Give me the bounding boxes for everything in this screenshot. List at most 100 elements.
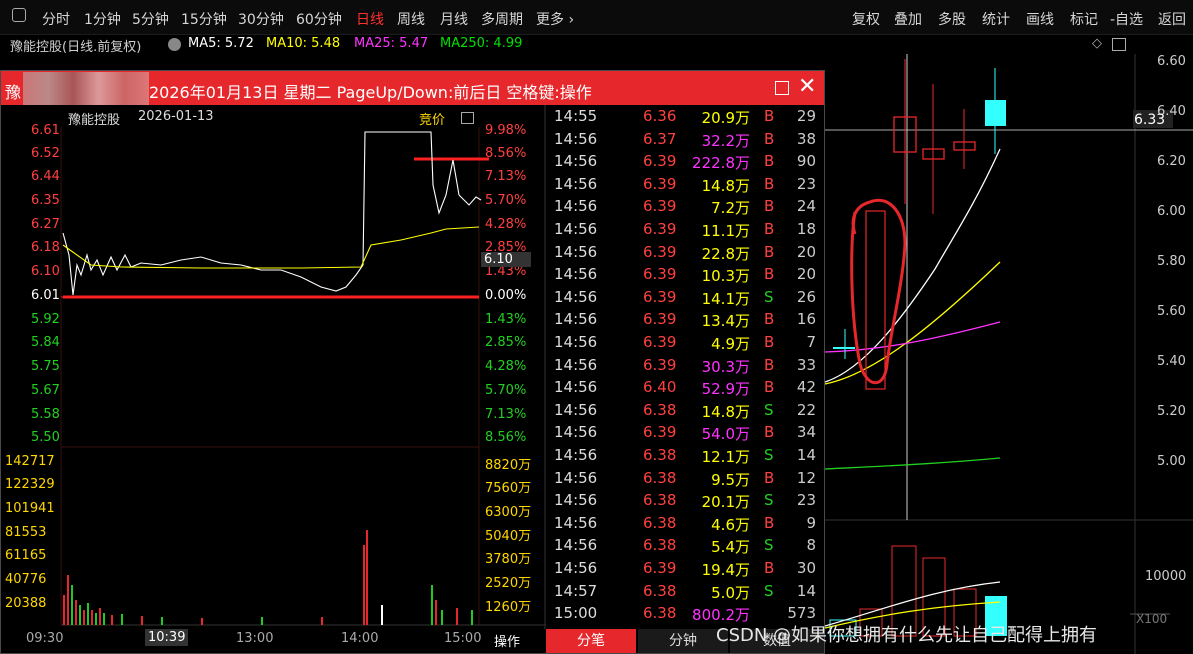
intraday-chart[interactable] bbox=[1, 105, 546, 629]
trade-side: S bbox=[764, 400, 774, 419]
trade-price: 6.39 bbox=[643, 287, 677, 306]
trade-price: 6.38 bbox=[643, 604, 677, 623]
tab-multi-period[interactable]: 多周期 bbox=[481, 9, 523, 29]
trade-count: 23 bbox=[796, 174, 816, 193]
volume-level: 142717 bbox=[5, 454, 55, 469]
tab-1min[interactable]: 1分钟 bbox=[84, 9, 121, 29]
time-label: 13:00 bbox=[236, 631, 274, 646]
trade-time: 14:56 bbox=[554, 378, 598, 397]
trade-volume: 10.3万 bbox=[701, 267, 750, 286]
time-cursor-label: 10:39 bbox=[145, 629, 189, 646]
price-level: 6.01 bbox=[31, 288, 60, 303]
ma250-label: MA250: 4.99 bbox=[440, 36, 523, 51]
fuquan-button[interactable]: 复权 bbox=[852, 9, 880, 29]
trade-side: B bbox=[764, 129, 775, 148]
close-icon[interactable]: ✕ bbox=[798, 74, 816, 99]
trade-volume: 20.9万 bbox=[701, 109, 750, 127]
tab-30min[interactable]: 30分钟 bbox=[238, 9, 284, 29]
price-level: 5.50 bbox=[31, 430, 60, 445]
trade-price: 6.36 bbox=[643, 107, 677, 125]
window-toggle-icon[interactable] bbox=[1112, 38, 1126, 51]
trade-side: S bbox=[764, 581, 774, 600]
diamond-icon[interactable]: ◇ bbox=[1092, 36, 1102, 51]
ma-info-bar: 豫能控股(日线.前复权) MA5: 5.72 MA10: 5.48 MA25: … bbox=[0, 34, 1193, 56]
tab-minute[interactable]: 分钟 bbox=[638, 629, 728, 653]
trade-time: 14:56 bbox=[554, 174, 598, 193]
tab-15min[interactable]: 15分钟 bbox=[181, 9, 227, 29]
tab-60min[interactable]: 60分钟 bbox=[296, 9, 342, 29]
window-icon[interactable] bbox=[12, 8, 26, 22]
trade-time: 14:56 bbox=[554, 242, 598, 261]
trade-count: 38 bbox=[796, 129, 816, 148]
trade-price: 6.38 bbox=[643, 491, 677, 510]
trade-count: 9 bbox=[806, 513, 816, 532]
kline-axis-label: 5.20 bbox=[1157, 404, 1186, 419]
watchlist-button[interactable]: -自选 bbox=[1110, 9, 1143, 29]
trade-row: 14:56 6.39 10.3万 B 20 bbox=[546, 265, 824, 288]
multi-stock-button[interactable]: 多股 bbox=[938, 9, 966, 29]
trade-count: 24 bbox=[796, 197, 816, 216]
trade-volume: 4.6万 bbox=[711, 515, 750, 534]
trade-price: 6.38 bbox=[643, 446, 677, 464]
price-level: 6.10 bbox=[31, 264, 60, 279]
price-level: 6.18 bbox=[31, 240, 60, 255]
trade-count: 14 bbox=[796, 446, 816, 464]
pct-level: 4.28% bbox=[485, 217, 527, 232]
trade-side: S bbox=[764, 491, 774, 510]
draw-button[interactable]: 画线 bbox=[1026, 9, 1054, 29]
trade-count: 14 bbox=[796, 581, 816, 600]
trade-side: S bbox=[764, 287, 774, 306]
trade-time: 14:56 bbox=[554, 400, 598, 419]
kline-axis-label: 6.00 bbox=[1157, 204, 1186, 219]
trade-volume: 222.8万 bbox=[692, 154, 750, 173]
trade-price: 6.38 bbox=[643, 468, 677, 487]
kline-chart[interactable] bbox=[825, 54, 1193, 654]
back-button[interactable]: 返回 bbox=[1158, 9, 1186, 29]
trade-count: 573 bbox=[787, 604, 816, 623]
ops-button[interactable]: 操作 bbox=[494, 631, 520, 650]
intraday-popup[interactable]: 豫 2026年01月13日 星期二 PageUp/Down:前后日 空格键:操作… bbox=[0, 70, 825, 654]
price-level: 6.61 bbox=[31, 123, 60, 138]
price-line bbox=[62, 131, 482, 296]
trade-volume: 5.4万 bbox=[711, 538, 750, 557]
trade-row: 14:56 6.39 4.9万 B 7 bbox=[546, 333, 824, 356]
kline-axis-label: 5.40 bbox=[1157, 354, 1186, 369]
amount-level: 6300万 bbox=[485, 505, 532, 520]
trade-volume: 5.0万 bbox=[711, 583, 750, 602]
tick-trades-list[interactable]: 14:55 6.36 20.9万 B 29 14:56 6.37 32.2万 B 38 14:56 6… bbox=[546, 105, 824, 629]
pct-level: 2.85% bbox=[485, 335, 527, 350]
trade-side: B bbox=[764, 355, 775, 374]
trade-count: 33 bbox=[796, 355, 816, 374]
amount-level: 5040万 bbox=[485, 529, 532, 544]
overlay-button[interactable]: 叠加 bbox=[894, 9, 922, 29]
amount-level: 7560万 bbox=[485, 481, 532, 496]
mark-button[interactable]: 标记 bbox=[1070, 9, 1098, 29]
tab-monthly[interactable]: 月线 bbox=[440, 9, 468, 29]
tab-more[interactable]: 更多 › bbox=[536, 9, 574, 29]
tab-tick[interactable]: 分笔 bbox=[546, 629, 636, 653]
stats-button[interactable]: 统计 bbox=[982, 9, 1010, 29]
pct-level: 1.43% bbox=[485, 312, 527, 327]
trade-side: B bbox=[764, 423, 775, 442]
avg-line bbox=[62, 226, 480, 269]
time-label: 14:00 bbox=[341, 631, 379, 646]
trade-time: 14:56 bbox=[554, 220, 598, 238]
tab-weekly[interactable]: 周线 bbox=[397, 9, 425, 29]
tab-fenshi[interactable]: 分时 bbox=[42, 9, 70, 29]
tab-daily[interactable]: 日线 bbox=[356, 9, 384, 29]
trade-price: 6.38 bbox=[643, 400, 677, 419]
trade-row: 14:55 6.36 20.9万 B 29 bbox=[546, 107, 824, 130]
chevron-down-icon[interactable] bbox=[168, 38, 181, 51]
time-label: 15:00 bbox=[444, 631, 482, 646]
popup-title-bar[interactable]: 豫 2026年01月13日 星期二 PageUp/Down:前后日 空格键:操作… bbox=[1, 71, 824, 105]
tab-5min[interactable]: 5分钟 bbox=[132, 9, 169, 29]
amount-level: 2520万 bbox=[485, 576, 532, 591]
trade-side: B bbox=[764, 468, 775, 487]
trade-row: 14:56 6.39 7.2万 B 24 bbox=[546, 197, 824, 220]
trade-side: B bbox=[764, 220, 775, 238]
maximize-icon[interactable] bbox=[775, 81, 789, 95]
trade-volume: 7.2万 bbox=[711, 199, 750, 218]
price-level: 5.58 bbox=[31, 407, 60, 422]
trade-price: 6.39 bbox=[643, 242, 677, 261]
trade-count: 16 bbox=[796, 310, 816, 329]
